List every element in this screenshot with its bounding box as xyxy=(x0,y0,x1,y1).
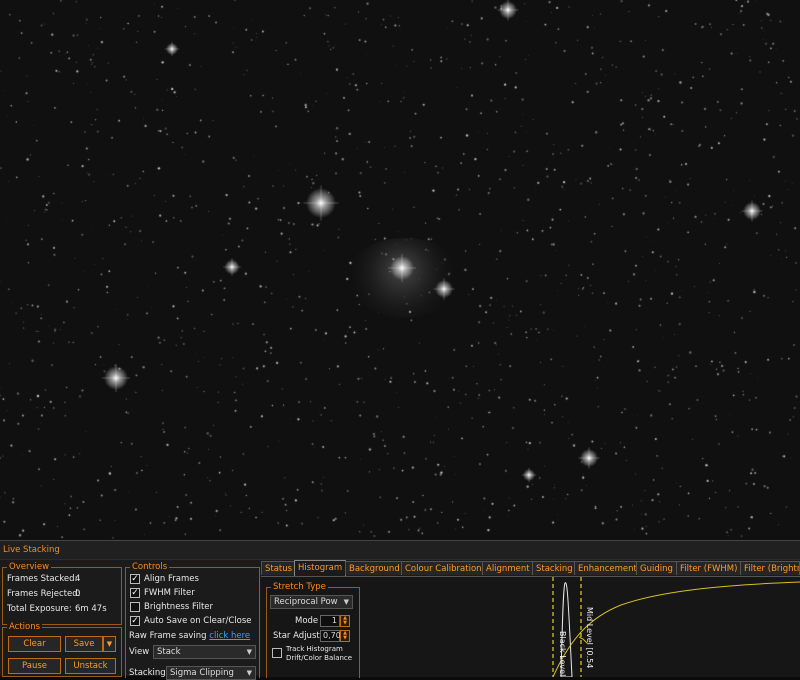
frames-rejected-value: 0 xyxy=(75,589,81,599)
brightness-filter-label: Brightness Filter xyxy=(144,602,214,612)
live-stacking-panel: Live Stacking Overview Frames Stacked: 4… xyxy=(0,540,800,680)
title-bar: Live Stacking xyxy=(0,541,800,560)
view-select[interactable]: Stack ▼ xyxy=(153,645,256,659)
tab-filter-brightness[interactable]: Filter (Brightne xyxy=(740,561,800,575)
frames-stacked-value: 4 xyxy=(75,574,81,584)
save-dropdown-icon[interactable]: ▼ xyxy=(103,636,116,652)
controls-title: Controls xyxy=(130,561,170,573)
tab-histogram[interactable]: Histogram xyxy=(294,560,347,576)
histogram-tab-content: Stretch Type Reciprocal Pow ▼ Mode 1 ▲ ▼ … xyxy=(261,576,800,678)
auto-save-checkbox[interactable]: ✓ xyxy=(130,616,140,626)
overview-title: Overview xyxy=(7,561,52,573)
frames-rejected-label: Frames Rejected: xyxy=(7,589,81,599)
align-frames-label: Align Frames xyxy=(144,574,199,584)
align-frames-checkbox[interactable]: ✓ xyxy=(130,574,140,584)
tab-filter-fwhm[interactable]: Filter (FWHM) xyxy=(676,561,742,575)
tab-background[interactable]: Background xyxy=(345,561,404,575)
view-label: View xyxy=(129,647,150,657)
stacked-image-preview[interactable] xyxy=(0,0,800,540)
mid-level-label: Mid Level [0.54 xyxy=(585,607,594,668)
chevron-down-icon: ▼ xyxy=(246,669,252,677)
black-level-label: Black Level xyxy=(558,631,567,676)
actions-group: Actions Clear Save ▼ Pause Unstack xyxy=(2,621,122,677)
histogram-chart[interactable]: Black Level Mid Level [0.54 xyxy=(261,577,800,677)
save-button[interactable]: Save xyxy=(65,636,103,652)
fwhm-filter-checkbox[interactable]: ✓ xyxy=(130,588,140,598)
tab-alignment[interactable]: Alignment xyxy=(482,561,534,575)
tab-enhancement[interactable]: Enhancement xyxy=(574,561,641,575)
tab-colour-calibration[interactable]: Colour Calibration xyxy=(401,561,486,575)
controls-group: Controls ✓ Align Frames ✓ FWHM Filter Br… xyxy=(125,561,260,680)
total-exposure-value: 6m 47s xyxy=(75,604,107,614)
tab-status[interactable]: Status xyxy=(261,561,297,575)
chevron-down-icon: ▼ xyxy=(246,648,252,656)
actions-title: Actions xyxy=(7,621,43,633)
raw-frame-text: Raw Frame saving xyxy=(129,631,207,641)
tab-guiding[interactable]: Guiding xyxy=(636,561,677,575)
auto-save-label: Auto Save on Clear/Close xyxy=(144,616,252,626)
tab-stacking[interactable]: Stacking xyxy=(532,561,577,575)
stacking-select[interactable]: Sigma Clipping ▼ xyxy=(166,666,256,680)
fwhm-filter-label: FWHM Filter xyxy=(144,588,195,598)
total-exposure-label: Total Exposure: xyxy=(7,604,72,614)
pause-button[interactable]: Pause xyxy=(8,658,61,674)
stacking-label: Stacking xyxy=(129,668,166,678)
stacking-select-value: Sigma Clipping xyxy=(170,668,234,678)
raw-frame-saving-label: Raw Frame saving click here xyxy=(129,631,250,641)
frames-stacked-label: Frames Stacked: xyxy=(7,574,78,584)
clear-button[interactable]: Clear xyxy=(8,636,61,652)
unstack-button[interactable]: Unstack xyxy=(65,658,116,674)
overview-group: Overview Frames Stacked: 4 Frames Reject… xyxy=(2,561,122,625)
brightness-filter-checkbox[interactable] xyxy=(130,602,140,612)
view-select-value: Stack xyxy=(157,647,181,657)
window-title: Live Stacking xyxy=(3,545,60,555)
raw-frame-link[interactable]: click here xyxy=(209,631,250,641)
